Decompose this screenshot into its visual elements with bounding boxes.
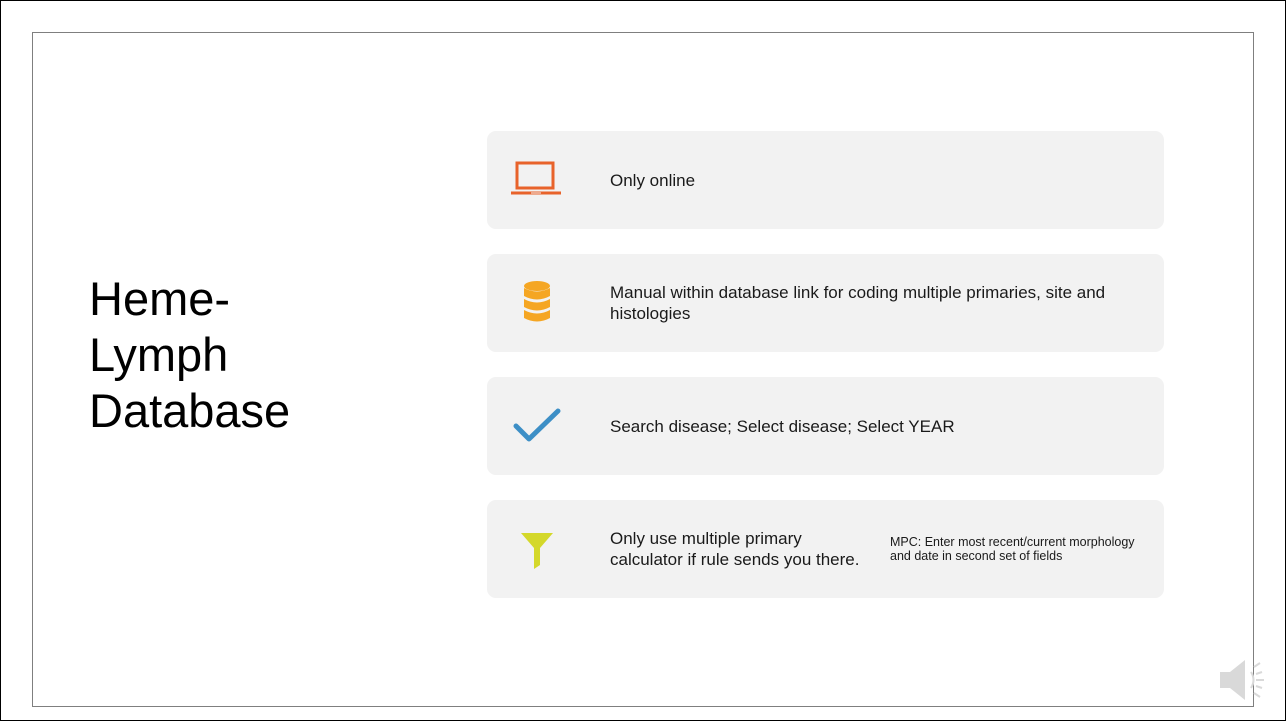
card-manual: Manual within database link for coding m… <box>487 254 1164 352</box>
card-text: Manual within database link for coding m… <box>610 283 1106 323</box>
card-text: Only use multiple primary calculator if … <box>610 529 860 569</box>
checkmark-icon <box>509 402 565 450</box>
card-search: Search disease; Select disease; Select Y… <box>487 377 1164 475</box>
slide: Heme- Lymph Database Only online Manual … <box>32 32 1254 707</box>
title-line-3: Database <box>89 384 291 437</box>
card-mpc: Only use multiple primary calculator if … <box>487 500 1164 598</box>
slide-title: Heme- Lymph Database <box>89 271 389 439</box>
card-text: Search disease; Select disease; Select Y… <box>610 416 955 436</box>
speaker-icon[interactable] <box>1218 655 1270 705</box>
database-icon <box>509 279 565 327</box>
laptop-icon <box>509 156 565 204</box>
title-line-2: Lymph <box>89 328 229 381</box>
card-text: Only online <box>610 170 696 190</box>
funnel-icon <box>509 525 565 573</box>
card-only-online: Only online <box>487 131 1164 229</box>
title-line-1: Heme- <box>89 272 231 325</box>
card-subtext: MPC: Enter most recent/current morpholog… <box>890 535 1135 563</box>
